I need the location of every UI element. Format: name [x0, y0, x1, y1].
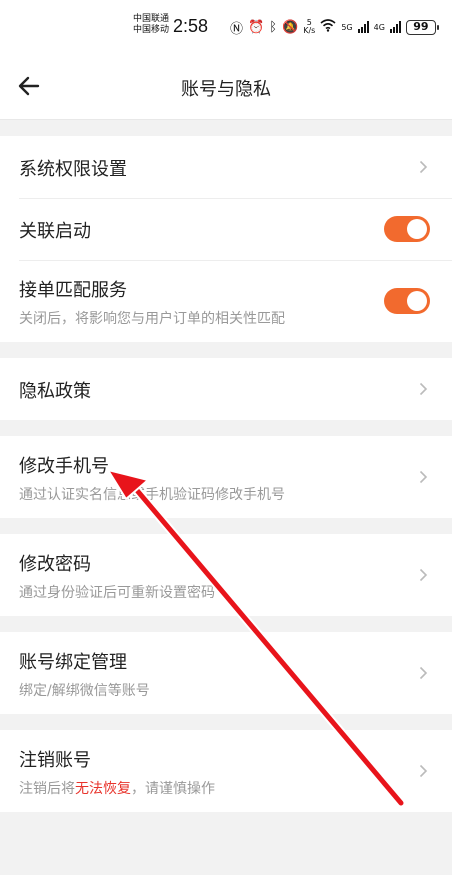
- change-phone-description: 通过认证实名信息或手机验证码修改手机号: [19, 487, 285, 503]
- mute-icon: 🔕: [282, 19, 299, 35]
- carrier-2: 中国移动: [133, 25, 170, 35]
- permissions-label: 系统权限设置: [19, 159, 127, 180]
- carrier-1: 中国联通: [133, 14, 170, 24]
- change-password-row[interactable]: 修改密码 通过身份验证后可重新设置密码: [0, 534, 452, 616]
- permissions-row[interactable]: 系统权限设置: [0, 136, 452, 198]
- chevron-right-icon: [419, 470, 428, 484]
- linked-start-row: 关联启动: [0, 198, 452, 260]
- settings-group-phone: 修改手机号 通过认证实名信息或手机验证码修改手机号: [0, 436, 452, 518]
- settings-group-delete: 注销账号 注销后将无法恢复，请谨慎操作: [0, 730, 452, 812]
- wifi-icon: [320, 18, 336, 36]
- top-nav: 账号与隐私: [0, 52, 452, 120]
- change-password-description: 通过身份验证后可重新设置密码: [19, 585, 215, 601]
- settings-group-password: 修改密码 通过身份验证后可重新设置密码: [0, 534, 452, 616]
- status-time: 2:58: [173, 16, 209, 36]
- linked-start-toggle[interactable]: [384, 216, 430, 242]
- settings-group-binding: 账号绑定管理 绑定/解绑微信等账号: [0, 632, 452, 714]
- chevron-right-icon: [419, 568, 428, 582]
- settings-group-privacy: 隐私政策: [0, 358, 452, 420]
- network-type-1: 5G: [341, 22, 353, 32]
- delete-account-label: 注销账号: [19, 750, 91, 771]
- chevron-right-icon: [419, 160, 428, 174]
- chevron-right-icon: [419, 382, 428, 396]
- network-speed: 5 K/s: [303, 19, 315, 35]
- status-bar: 中国联通 中国移动 2:58 Ⓝ ⏰ ᛒ 🔕 5 K/s 5G 4G 99: [0, 0, 452, 52]
- account-binding-description: 绑定/解绑微信等账号: [19, 683, 150, 699]
- status-icons: Ⓝ ⏰ ᛒ 🔕 5 K/s 5G 4G 99: [230, 17, 439, 37]
- order-matching-toggle[interactable]: [384, 288, 430, 314]
- change-phone-label: 修改手机号: [19, 456, 109, 477]
- linked-start-label: 关联启动: [19, 221, 91, 242]
- page-title: 账号与隐私: [181, 79, 271, 100]
- speed-unit: K/s: [303, 26, 316, 35]
- bluetooth-icon: ᛒ: [269, 19, 278, 35]
- change-phone-row[interactable]: 修改手机号 通过认证实名信息或手机验证码修改手机号: [0, 436, 452, 518]
- privacy-policy-row[interactable]: 隐私政策: [0, 358, 452, 420]
- signal-icon-2: [389, 21, 401, 33]
- battery-icon: 99: [405, 19, 439, 35]
- change-password-label: 修改密码: [19, 554, 91, 575]
- order-matching-row: 接单匹配服务 关闭后，将影响您与用户订单的相关性匹配: [0, 260, 452, 342]
- delete-account-warning: 无法恢复: [75, 781, 131, 797]
- chevron-right-icon: [419, 666, 428, 680]
- delete-account-description: 注销后将无法恢复，请谨慎操作: [19, 778, 215, 798]
- nfc-icon: Ⓝ: [230, 21, 244, 37]
- settings-group-general: 系统权限设置 关联启动 接单匹配服务 关闭后，将影响您与用户订单的相关性匹配: [0, 136, 452, 342]
- delete-account-desc-prefix: 注销后将: [19, 781, 75, 797]
- order-matching-label: 接单匹配服务: [19, 280, 127, 301]
- delete-account-row[interactable]: 注销账号 注销后将无法恢复，请谨慎操作: [0, 730, 452, 812]
- carrier-names: 中国联通 中国移动: [133, 14, 169, 36]
- delete-account-desc-suffix: ，请谨慎操作: [131, 781, 215, 797]
- chevron-right-icon: [419, 764, 428, 778]
- alarm-icon: ⏰: [248, 19, 265, 35]
- signal-icon-1: [357, 21, 369, 33]
- network-type-2: 4G: [373, 22, 385, 32]
- order-matching-description: 关闭后，将影响您与用户订单的相关性匹配: [19, 311, 285, 327]
- account-binding-label: 账号绑定管理: [19, 652, 127, 673]
- privacy-policy-label: 隐私政策: [19, 381, 91, 402]
- account-binding-row[interactable]: 账号绑定管理 绑定/解绑微信等账号: [0, 632, 452, 714]
